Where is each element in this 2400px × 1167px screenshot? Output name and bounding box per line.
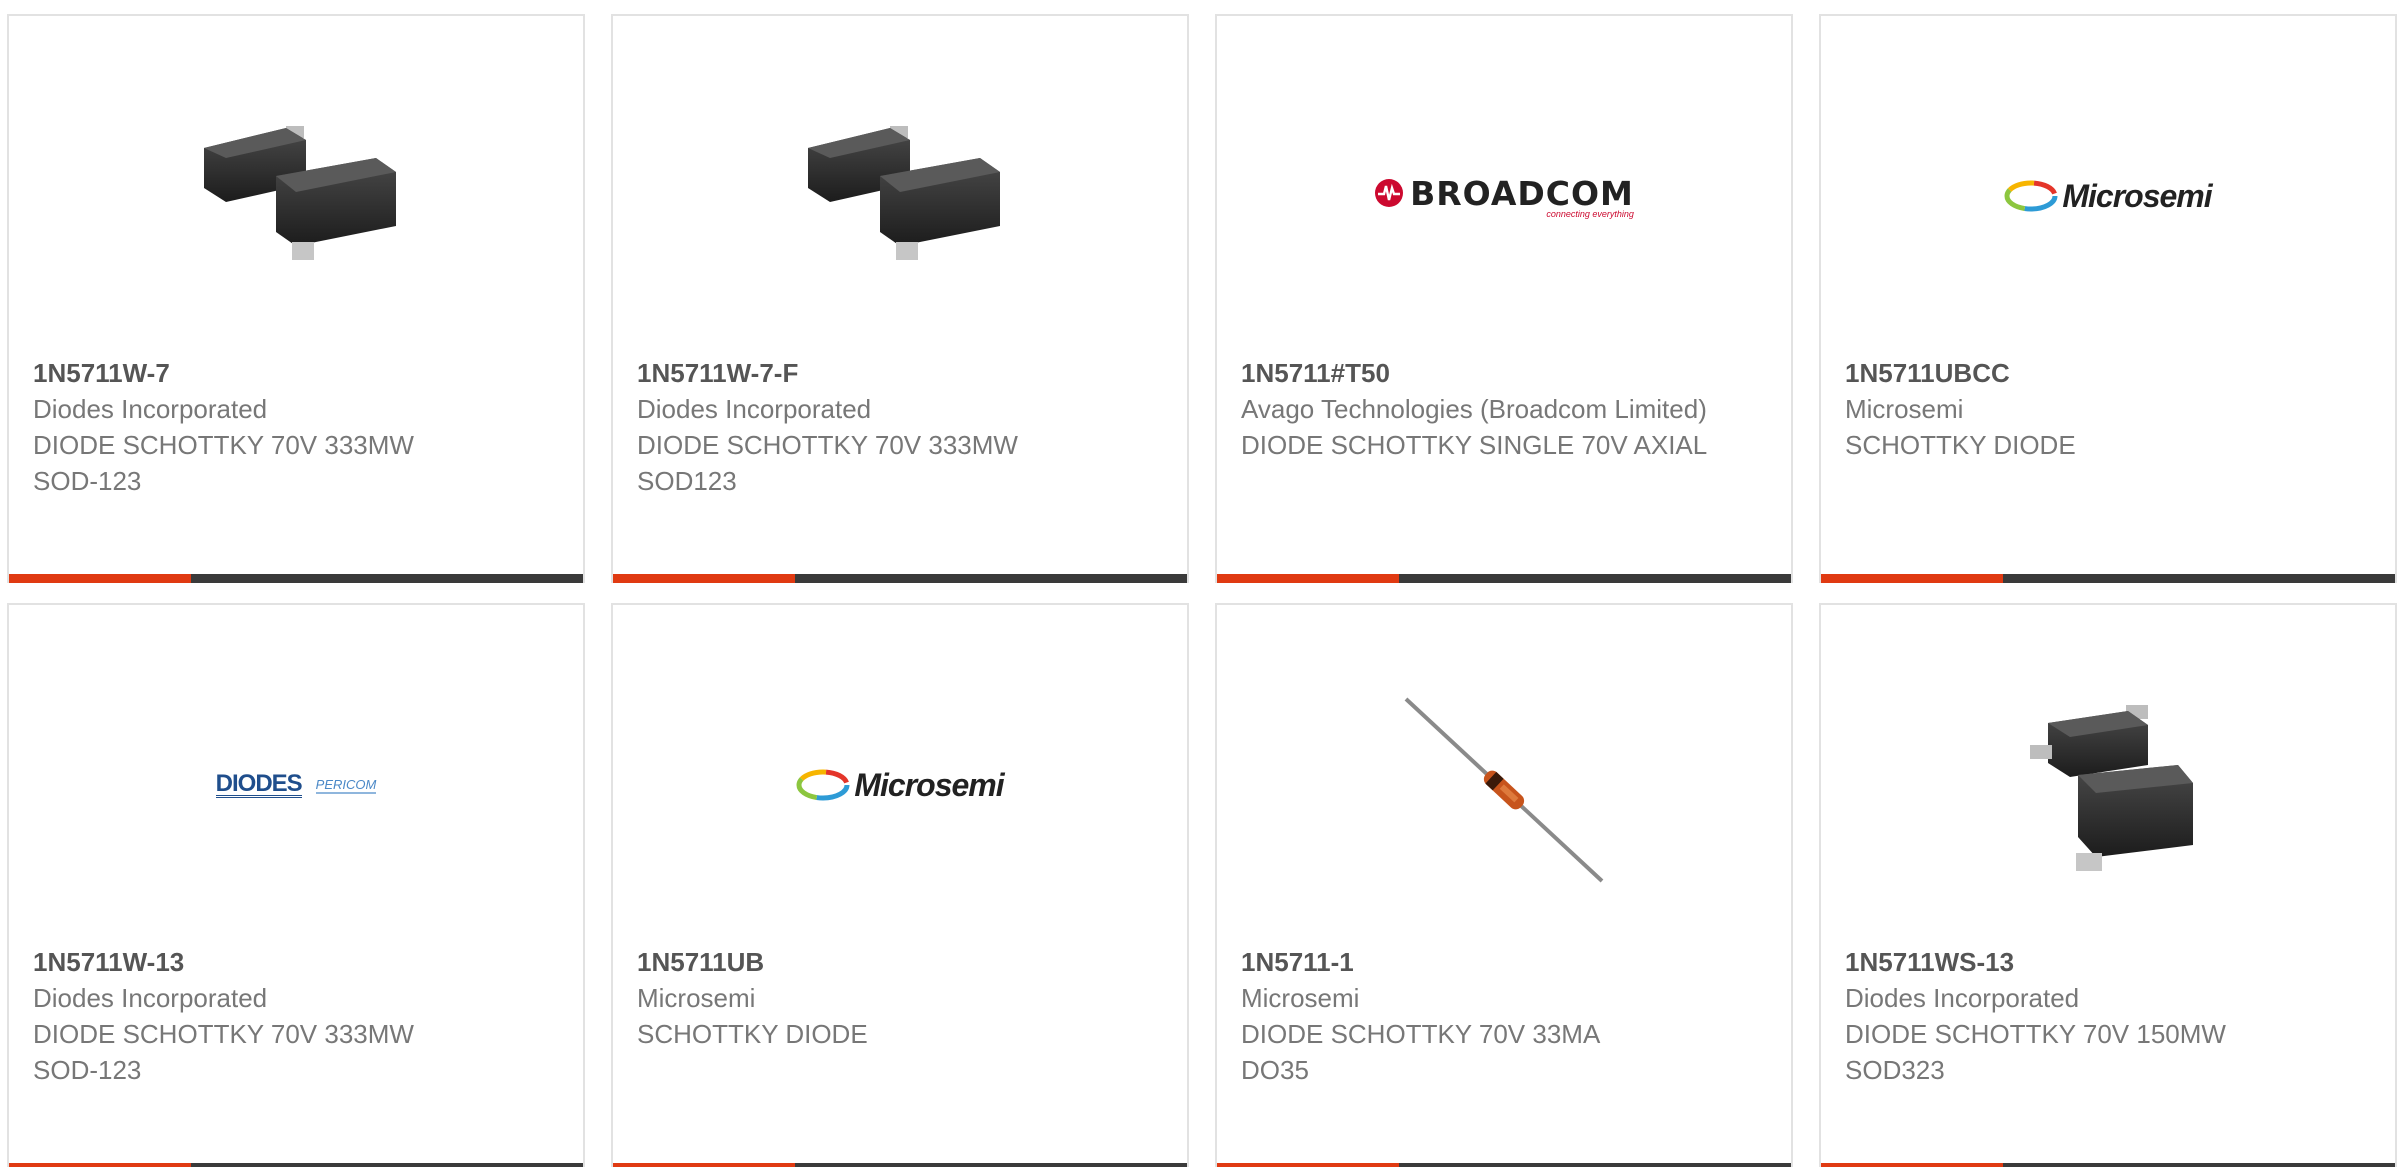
pericom-wordmark: PERICOM bbox=[315, 776, 377, 794]
product-card[interactable]: 1N5711W-7-F Diodes Incorporated DIODE SC… bbox=[611, 14, 1189, 583]
description-line: SOD-123 bbox=[33, 1055, 142, 1085]
description-line: SCHOTTKY DIODE bbox=[637, 1019, 868, 1049]
product-info: 1N5711#T50 Avago Technologies (Broadcom … bbox=[1241, 355, 1767, 463]
card-accent-bar bbox=[1821, 574, 2003, 583]
product-card[interactable]: Microsemi 1N5711UB Microsemi SCHOTTKY DI… bbox=[611, 603, 1189, 1167]
card-bottom-bar bbox=[1821, 574, 2395, 583]
product-card[interactable]: 1N5711-1 Microsemi DIODE SCHOTTKY 70V 33… bbox=[1215, 603, 1793, 1167]
part-number[interactable]: 1N5711-1 bbox=[1241, 944, 1767, 980]
card-bottom-bar bbox=[1821, 1163, 2395, 1167]
description-line: DIODE SCHOTTKY 70V 333MW bbox=[637, 430, 1018, 460]
manufacturer: Microsemi bbox=[1845, 394, 1964, 424]
description-line: SOD123 bbox=[637, 466, 737, 496]
sod123-package-image bbox=[204, 126, 396, 260]
description: SCHOTTKY DIODE bbox=[1845, 427, 2371, 463]
part-number[interactable]: 1N5711UB bbox=[637, 944, 1163, 980]
broadcom-tagline: connecting everything bbox=[1546, 208, 1634, 219]
product-info: 1N5711UB Microsemi SCHOTTKY DIODE bbox=[637, 944, 1163, 1052]
sod323-package-image bbox=[2030, 705, 2193, 871]
sod123-package-image bbox=[808, 126, 1000, 260]
product-info: 1N5711W-7 Diodes Incorporated DIODE SCHO… bbox=[33, 355, 559, 499]
diodes-pericom-logo: DIODES PERICOM bbox=[215, 769, 377, 798]
description-line: DIODE SCHOTTKY SINGLE 70V AXIAL bbox=[1241, 430, 1708, 460]
description-line: SOD323 bbox=[1845, 1055, 1945, 1085]
part-number[interactable]: 1N5711#T50 bbox=[1241, 355, 1767, 391]
card-bottom-bar bbox=[613, 574, 1187, 583]
manufacturer: Diodes Incorporated bbox=[637, 394, 872, 424]
manufacturer: Diodes Incorporated bbox=[1845, 983, 2080, 1013]
description-line: DO35 bbox=[1241, 1055, 1309, 1085]
product-info: 1N5711UBCC Microsemi SCHOTTKY DIODE bbox=[1845, 355, 2371, 463]
description: DIODE SCHOTTKY 70V 33MA DO35 bbox=[1241, 1016, 1767, 1088]
part-number[interactable]: 1N5711WS-13 bbox=[1845, 944, 2371, 980]
product-card[interactable]: Microsemi 1N5711UBCC Microsemi SCHOTTKY … bbox=[1819, 14, 2397, 583]
part-number[interactable]: 1N5711W-7-F bbox=[637, 355, 1163, 391]
product-card[interactable]: 1N5711W-7 Diodes Incorporated DIODE SCHO… bbox=[7, 14, 585, 583]
part-number[interactable]: 1N5711W-7 bbox=[33, 355, 559, 391]
card-accent-bar bbox=[1217, 574, 1399, 583]
broadcom-wordmark: BROADCOM bbox=[1410, 173, 1634, 213]
product-info: 1N5711-1 Microsemi DIODE SCHOTTKY 70V 33… bbox=[1241, 944, 1767, 1088]
card-bottom-bar bbox=[1217, 574, 1791, 583]
product-image bbox=[1217, 680, 1791, 890]
manufacturer: Microsemi bbox=[1241, 983, 1360, 1013]
description-line: SCHOTTKY DIODE bbox=[1845, 430, 2076, 460]
microsemi-wordmark: Microsemi bbox=[2062, 177, 2212, 214]
product-image bbox=[613, 91, 1187, 301]
description-line: DIODE SCHOTTKY 70V 333MW bbox=[33, 430, 414, 460]
description: SCHOTTKY DIODE bbox=[637, 1016, 1163, 1052]
description-line: DIODE SCHOTTKY 70V 33MA bbox=[1241, 1019, 1601, 1049]
description-line: SOD-123 bbox=[33, 466, 142, 496]
product-info: 1N5711W-7-F Diodes Incorporated DIODE SC… bbox=[637, 355, 1163, 499]
card-accent-bar bbox=[9, 1163, 191, 1167]
broadcom-logo: BROADCOM connecting everything bbox=[1374, 174, 1634, 219]
axial-diode-image bbox=[1404, 697, 1604, 883]
card-accent-bar bbox=[1821, 1163, 2003, 1167]
product-grid: 1N5711W-7 Diodes Incorporated DIODE SCHO… bbox=[0, 0, 2400, 1167]
description: DIODE SCHOTTKY 70V 333MW SOD-123 bbox=[33, 427, 559, 499]
description-line: DIODE SCHOTTKY 70V 150MW bbox=[1845, 1019, 2226, 1049]
product-image: BROADCOM connecting everything bbox=[1217, 91, 1791, 301]
description: DIODE SCHOTTKY 70V 333MW SOD-123 bbox=[33, 1016, 559, 1088]
diodes-wordmark: DIODES bbox=[215, 769, 303, 798]
card-bottom-bar bbox=[9, 574, 583, 583]
card-bottom-bar bbox=[1217, 1163, 1791, 1167]
description: DIODE SCHOTTKY SINGLE 70V AXIAL bbox=[1241, 427, 1767, 463]
part-number[interactable]: 1N5711W-13 bbox=[33, 944, 559, 980]
microsemi-wordmark: Microsemi bbox=[854, 766, 1004, 803]
card-accent-bar bbox=[1217, 1163, 1399, 1167]
product-image bbox=[1821, 680, 2395, 890]
broadcom-pulse-icon bbox=[1375, 179, 1404, 207]
description: DIODE SCHOTTKY 70V 150MW SOD323 bbox=[1845, 1016, 2371, 1088]
description: DIODE SCHOTTKY 70V 333MW SOD123 bbox=[637, 427, 1163, 499]
microsemi-swirl-icon bbox=[2004, 180, 2058, 212]
product-card[interactable]: BROADCOM connecting everything 1N5711#T5… bbox=[1215, 14, 1793, 583]
manufacturer: Microsemi bbox=[637, 983, 756, 1013]
product-image: Microsemi bbox=[1821, 91, 2395, 301]
description-line: DIODE SCHOTTKY 70V 333MW bbox=[33, 1019, 414, 1049]
manufacturer: Diodes Incorporated bbox=[33, 983, 268, 1013]
product-image: Microsemi bbox=[613, 680, 1187, 890]
card-bottom-bar bbox=[9, 1163, 583, 1167]
product-card[interactable]: DIODES PERICOM 1N5711W-13 Diodes Incorpo… bbox=[7, 603, 585, 1167]
part-number[interactable]: 1N5711UBCC bbox=[1845, 355, 2371, 391]
product-info: 1N5711W-13 Diodes Incorporated DIODE SCH… bbox=[33, 944, 559, 1088]
product-image: DIODES PERICOM bbox=[9, 680, 583, 890]
card-accent-bar bbox=[613, 1163, 795, 1167]
card-accent-bar bbox=[613, 574, 795, 583]
microsemi-logo: Microsemi bbox=[2004, 177, 2213, 215]
manufacturer: Diodes Incorporated bbox=[33, 394, 268, 424]
manufacturer: Avago Technologies (Broadcom Limited) bbox=[1241, 394, 1707, 424]
product-image bbox=[9, 91, 583, 301]
microsemi-swirl-icon bbox=[796, 769, 850, 801]
card-bottom-bar bbox=[613, 1163, 1187, 1167]
card-accent-bar bbox=[9, 574, 191, 583]
microsemi-logo: Microsemi bbox=[796, 766, 1005, 804]
product-info: 1N5711WS-13 Diodes Incorporated DIODE SC… bbox=[1845, 944, 2371, 1088]
product-card[interactable]: 1N5711WS-13 Diodes Incorporated DIODE SC… bbox=[1819, 603, 2397, 1167]
